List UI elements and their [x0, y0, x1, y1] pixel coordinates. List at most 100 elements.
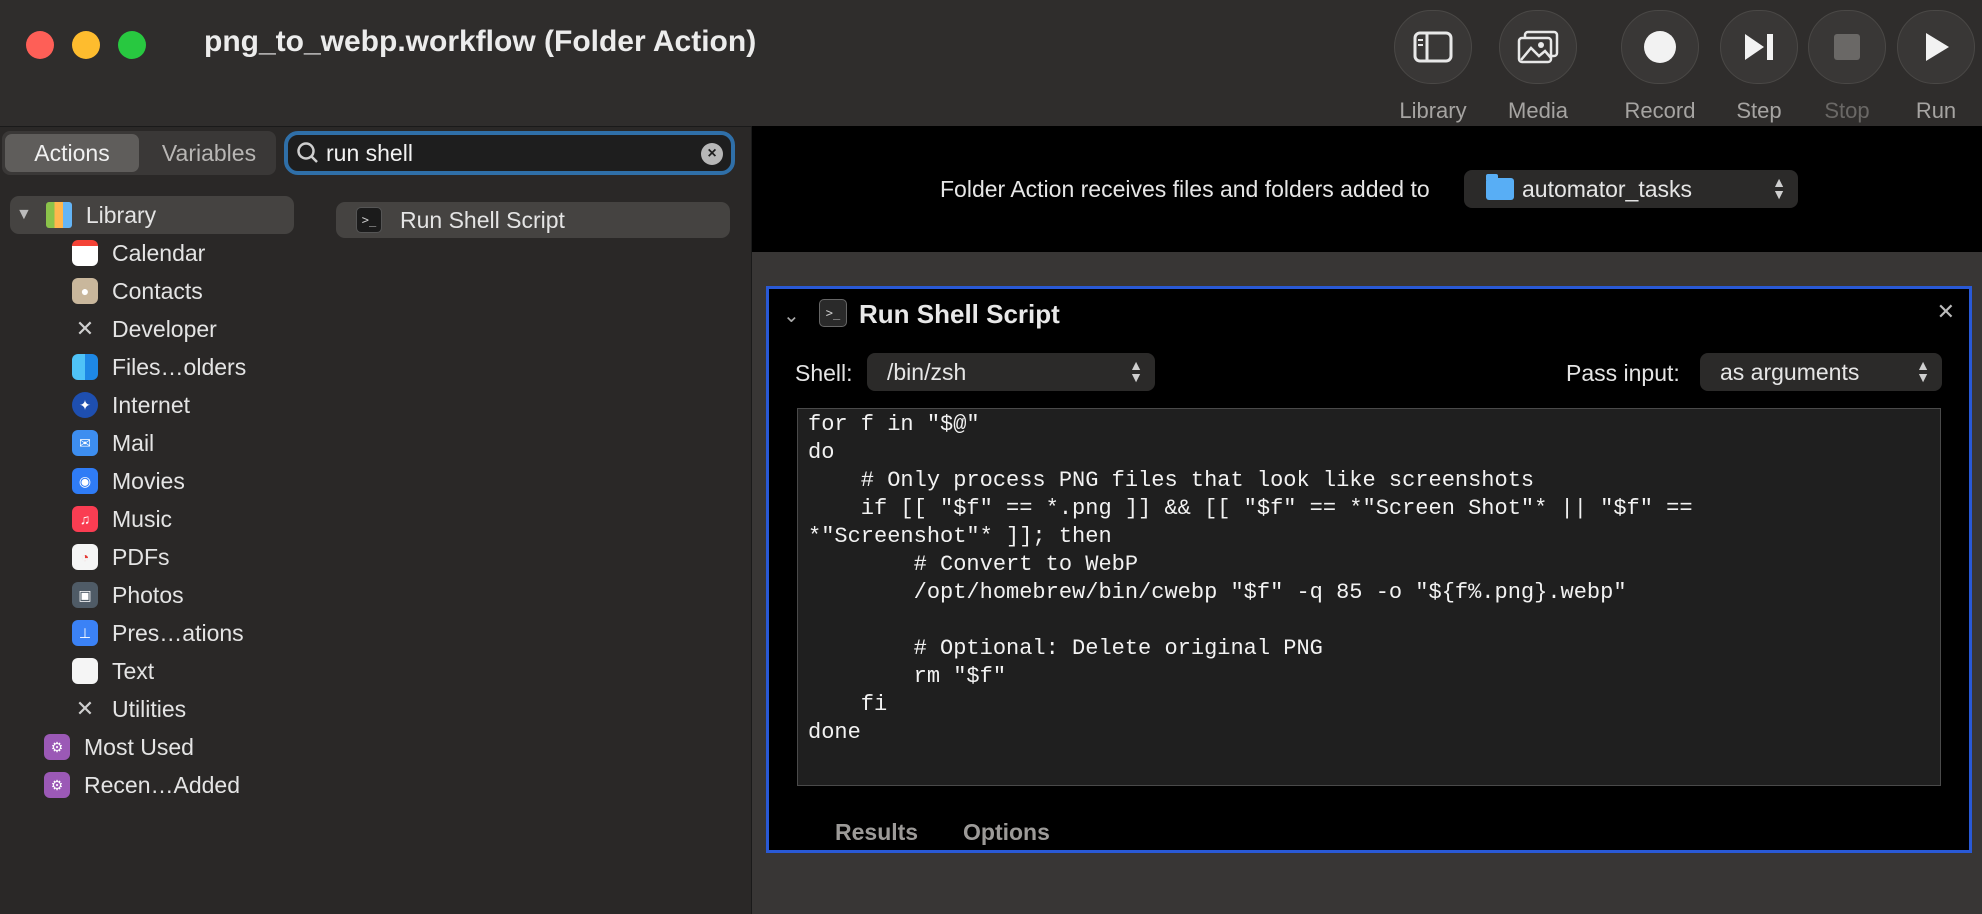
developer-icon: ✕: [75, 316, 95, 341]
library-root-label: Library: [85, 201, 157, 228]
library-item-label: PDFs: [112, 543, 170, 570]
smart-group-label: Recen…Added: [84, 771, 240, 798]
library-item-label: Text: [112, 657, 155, 684]
options-tab[interactable]: Options: [963, 819, 1050, 846]
shell-label: Shell:: [795, 360, 853, 386]
pass-input-value: as arguments: [1720, 358, 1860, 385]
chevron-up-down-icon: ▲ ▼: [1772, 174, 1786, 202]
pass-input-popup[interactable]: as arguments ▲ ▼: [1700, 353, 1942, 391]
results-tab[interactable]: Results: [835, 819, 918, 846]
search-field: ×: [284, 131, 735, 175]
target-folder-value: automator_tasks: [1522, 175, 1693, 202]
run-toolbar-label: Run: [1915, 98, 1957, 123]
stop-toolbar-label: Stop: [1824, 98, 1870, 123]
script-editor[interactable]: for f in "$@" do # Only process PNG file…: [797, 408, 1941, 786]
play-icon: [1897, 10, 1975, 84]
shell-popup[interactable]: /bin/zsh ▲ ▼: [867, 353, 1155, 391]
close-window-button[interactable]: [26, 31, 54, 59]
library-root-item[interactable]: ▼ Library: [10, 196, 294, 234]
stop-icon: [1808, 10, 1886, 84]
movies-icon: ◉: [72, 468, 98, 494]
smart-group-recently-added[interactable]: ⚙ Recen…Added: [0, 766, 300, 804]
terminal-icon: >_: [819, 299, 847, 327]
library-item-label: Calendar: [112, 239, 206, 266]
workflow-header: Folder Action receives files and folders…: [752, 126, 1982, 252]
library-item-label: Developer: [112, 315, 217, 342]
library-item-internet[interactable]: ✦ Internet: [0, 386, 300, 424]
search-icon: [297, 142, 318, 163]
library-toolbar-button[interactable]: Library: [1383, 10, 1483, 124]
pass-input-label: Pass input:: [1566, 360, 1680, 386]
library-item-contacts[interactable]: ● Contacts: [0, 272, 300, 310]
title-bar: png_to_webp.workflow (Folder Action) Lib…: [0, 0, 1982, 127]
library-item-label: Files…olders: [112, 353, 247, 380]
run-shell-script-action: ⌄ >_ Run Shell Script ✕ Shell: /bin/zsh …: [766, 286, 1972, 853]
target-folder-popup[interactable]: automator_tasks ▲ ▼: [1464, 170, 1798, 208]
record-toolbar-button[interactable]: Record: [1610, 10, 1710, 124]
disclosure-chevron-icon[interactable]: ▼: [16, 206, 32, 224]
library-item-pdfs[interactable]: ◔ PDFs: [0, 538, 300, 576]
library-item-label: Pres…ations: [112, 619, 244, 646]
minimize-window-button[interactable]: [72, 31, 100, 59]
action-result-run-shell-script[interactable]: >_ Run Shell Script: [336, 202, 730, 238]
internet-icon: ✦: [72, 392, 98, 418]
library-item-files-folders[interactable]: Files…olders: [0, 348, 300, 386]
collapse-chevron-icon[interactable]: ⌄: [783, 303, 800, 328]
pdf-icon: ◔: [72, 544, 98, 570]
action-results-list: >_ Run Shell Script: [336, 202, 730, 238]
photos-icon: [1499, 10, 1577, 84]
library-item-label: Mail: [112, 429, 155, 456]
sidebar-icon: [1394, 10, 1472, 84]
presentations-icon: ⊥: [72, 620, 98, 646]
library-item-calendar[interactable]: Calendar: [0, 234, 300, 272]
terminal-icon: >_: [356, 207, 382, 233]
library-item-label: Contacts: [112, 277, 203, 304]
close-action-icon[interactable]: ✕: [1937, 299, 1955, 325]
library-item-utilities[interactable]: ✕ Utilities: [0, 690, 300, 728]
library-item-photos[interactable]: ▣ Photos: [0, 576, 300, 614]
media-toolbar-button[interactable]: Media: [1488, 10, 1588, 124]
step-icon: [1720, 10, 1798, 84]
run-toolbar-button[interactable]: Run: [1886, 10, 1982, 124]
library-item-label: Internet: [112, 391, 190, 418]
library-item-label: Movies: [112, 467, 185, 494]
action-result-label: Run Shell Script: [400, 206, 565, 233]
search-input[interactable]: [322, 139, 686, 167]
record-icon: [1621, 10, 1699, 84]
clear-search-icon[interactable]: ×: [701, 143, 723, 165]
folder-icon: [1486, 174, 1514, 200]
media-toolbar-label: Media: [1508, 98, 1568, 123]
library-item-music[interactable]: ♫ Music: [0, 500, 300, 538]
utilities-icon: ✕: [75, 696, 95, 721]
library-item-label: Photos: [112, 581, 184, 608]
actions-variables-segmented-control: Actions Variables: [2, 131, 276, 175]
smart-group-most-used[interactable]: ⚙ Most Used: [0, 728, 300, 766]
library-item-developer[interactable]: ✕ Developer: [0, 310, 300, 348]
library-books-icon: [45, 202, 72, 228]
chevron-up-down-icon: ▲ ▼: [1129, 357, 1143, 385]
step-toolbar-label: Step: [1736, 98, 1782, 123]
actions-tab[interactable]: Actions: [5, 134, 139, 172]
library-item-text[interactable]: Text: [0, 652, 300, 690]
finder-icon: [72, 354, 98, 380]
photos-icon: ▣: [72, 582, 98, 608]
library-item-movies[interactable]: ◉ Movies: [0, 462, 300, 500]
music-icon: ♫: [72, 506, 98, 532]
smart-folder-icon: ⚙: [44, 734, 70, 760]
window-title: png_to_webp.workflow (Folder Action): [204, 25, 757, 58]
action-title: Run Shell Script: [859, 299, 1060, 329]
library-toolbar-label: Library: [1399, 98, 1467, 123]
text-icon: [72, 658, 98, 684]
step-toolbar-button[interactable]: Step: [1709, 10, 1809, 124]
chevron-up-down-icon: ▲ ▼: [1916, 357, 1930, 385]
folder-action-receives-label: Folder Action receives files and folders…: [940, 176, 1430, 202]
stop-toolbar-button[interactable]: Stop: [1797, 10, 1897, 124]
variables-tab[interactable]: Variables: [142, 131, 276, 175]
zoom-window-button[interactable]: [118, 31, 146, 59]
mail-icon: ✉: [72, 430, 98, 456]
library-item-presentations[interactable]: ⊥ Pres…ations: [0, 614, 300, 652]
library-item-mail[interactable]: ✉ Mail: [0, 424, 300, 462]
record-toolbar-label: Record: [1624, 98, 1696, 123]
calendar-icon: [72, 240, 98, 266]
smart-group-label: Most Used: [84, 733, 194, 760]
